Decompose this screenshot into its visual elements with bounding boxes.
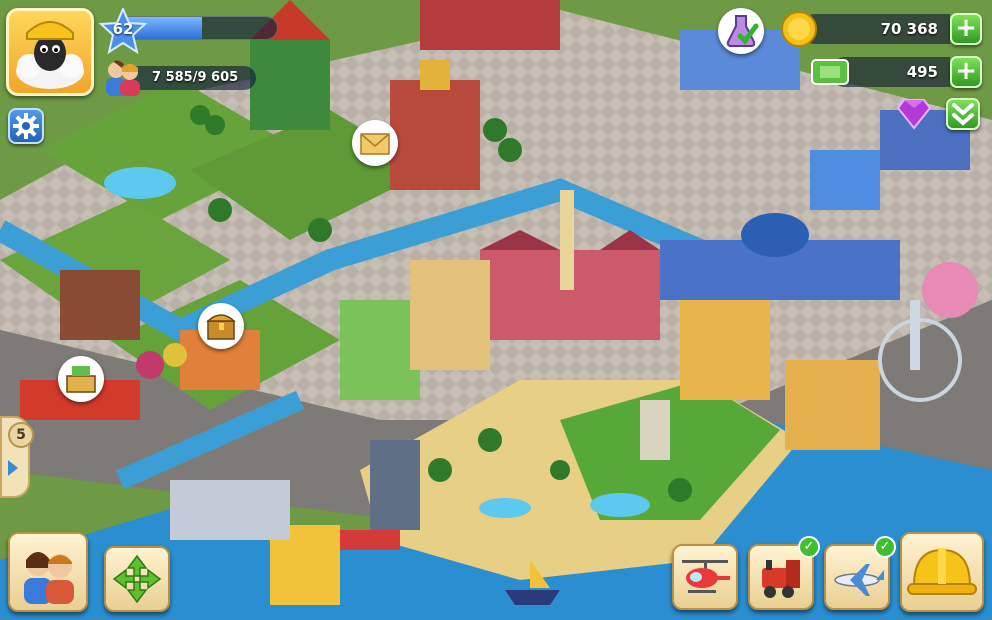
shop-bubble[interactable] [58,356,104,402]
purple-gem-icon[interactable] [896,94,932,130]
airplane-check-badge: ✓ [874,536,896,558]
population-counter: 7 585/9 605 [130,66,256,90]
level-badge[interactable]: 62 [98,6,148,55]
side-panel-count: 5 [8,422,34,448]
chevron-right-icon [8,460,18,476]
treasure-bubble[interactable] [198,303,244,349]
sheep-avatar-icon [16,21,84,89]
airplane-button[interactable]: ✓ [824,536,896,610]
side-panel-tab[interactable]: 5 [0,416,34,498]
treasure-chest-icon [206,314,236,340]
train-check-badge: ✓ [798,536,820,558]
plus-icon: + [955,13,977,43]
cash-register-icon [66,366,96,393]
research-button[interactable] [718,8,764,54]
plus-icon: + [955,56,977,86]
friends-button[interactable] [8,532,88,612]
city-scene [0,0,992,620]
gear-icon [13,113,39,139]
settings-button[interactable] [8,108,44,144]
friends-icon [24,552,74,604]
envelope-icon [360,133,390,155]
helicopter-icon [682,560,730,593]
build-button[interactable] [900,532,984,612]
banknote-icon [810,54,850,88]
move-button[interactable] [104,546,170,612]
chevron-down-icon [952,103,974,126]
buy-coins-button[interactable]: + [950,13,982,45]
coins-counter: 70 368 [800,14,950,44]
player-avatar[interactable] [6,8,94,96]
player-level: 62 [112,20,134,38]
helicopter-button[interactable] [672,544,738,610]
city-map[interactable] [0,0,992,620]
buy-cash-button[interactable]: + [950,56,982,88]
move-arrows-icon [112,554,162,604]
gold-coin-icon [780,10,818,48]
expand-menu-button[interactable] [946,98,980,130]
mail-bubble[interactable] [352,120,398,166]
people-icon[interactable] [100,58,146,98]
train-button[interactable]: ✓ [748,536,820,610]
hard-hat-icon [907,548,977,595]
xp-progress-bar [126,16,278,40]
flask-check-icon [726,15,759,47]
